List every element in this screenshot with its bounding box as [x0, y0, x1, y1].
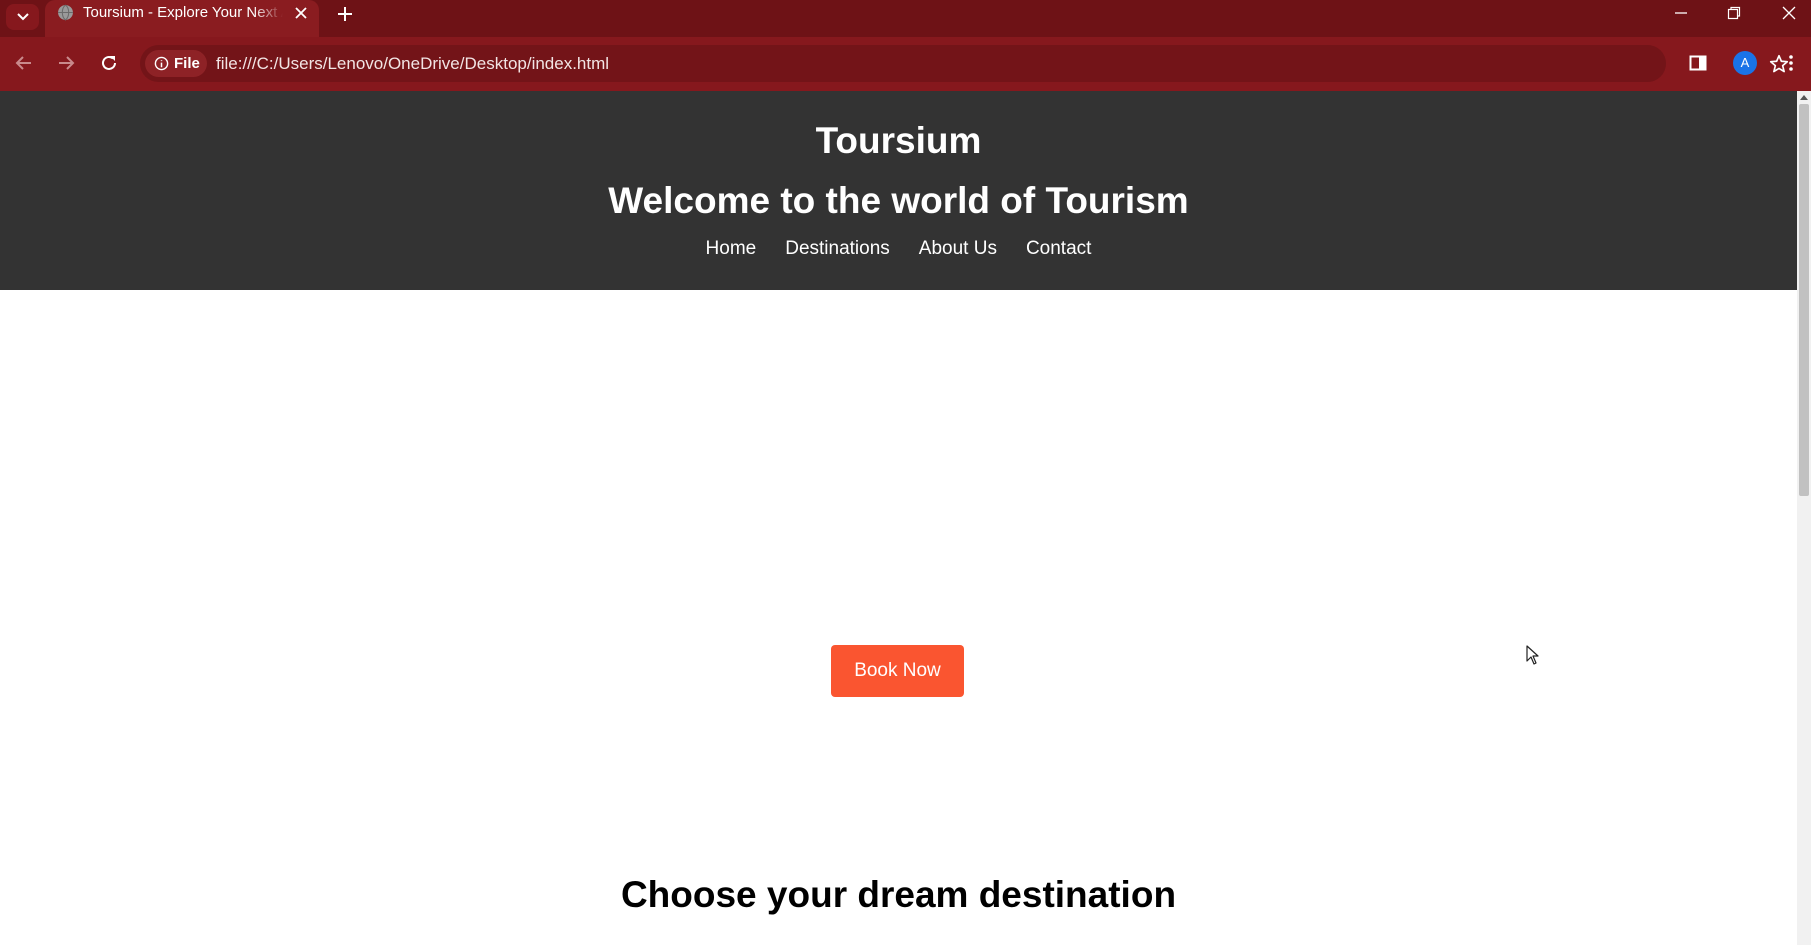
close-icon [1782, 6, 1796, 20]
restore-button[interactable] [1720, 2, 1748, 24]
scroll-up-arrow-icon[interactable] [1800, 95, 1808, 100]
address-bar[interactable]: File file:///C:/Users/Lenovo/OneDrive/De… [140, 45, 1789, 82]
site-name: Toursium [815, 120, 982, 161]
info-icon [154, 56, 169, 71]
browser-toolbar: File file:///C:/Users/Lenovo/OneDrive/De… [0, 37, 1811, 91]
tab-strip: Toursium - Explore Your Next Adventure [0, 0, 1811, 37]
back-icon [15, 56, 31, 70]
section-title: Choose your dream destination [620, 874, 1177, 915]
globe-icon [58, 4, 73, 21]
menu-icon [1789, 55, 1793, 71]
nav-link-home[interactable]: Home [706, 238, 757, 260]
mouse-cursor-icon [1526, 645, 1539, 665]
site-header: Toursium Welcome to the world of Tourism… [0, 91, 1797, 290]
reload-button[interactable] [96, 50, 122, 76]
plus-icon[interactable] [334, 3, 356, 25]
forward-icon [59, 56, 75, 70]
restore-icon [1727, 6, 1741, 20]
book-now-button[interactable]: Book Now [831, 645, 964, 697]
scroll-thumb[interactable] [1799, 104, 1809, 496]
minimize-button[interactable] [1667, 2, 1695, 24]
tab-search-button[interactable] [6, 4, 39, 30]
side-panel-button[interactable] [1685, 50, 1711, 76]
site-tagline: Welcome to the world of Tourism [608, 180, 1189, 221]
close-window-button[interactable] [1775, 2, 1803, 24]
site-info-label: File [174, 55, 200, 72]
main-nav: Home Destinations About Us Contact [0, 238, 1797, 260]
nav-link-contact[interactable]: Contact [1026, 238, 1091, 260]
active-tab[interactable]: Toursium - Explore Your Next Adventure [45, 0, 319, 37]
page-viewport: Toursium Welcome to the world of Tourism… [0, 91, 1797, 945]
profile-avatar[interactable]: A [1733, 51, 1757, 75]
nav-link-about-us[interactable]: About Us [919, 238, 997, 260]
page-scrollbar[interactable] [1797, 91, 1811, 945]
browser-menu-button[interactable] [1778, 50, 1804, 76]
site-info-chip[interactable]: File [145, 50, 207, 77]
url-text[interactable]: file:///C:/Users/Lenovo/OneDrive/Desktop… [216, 54, 609, 73]
sidebar-icon [1689, 55, 1707, 71]
close-icon[interactable] [292, 4, 310, 22]
back-button[interactable] [11, 50, 37, 76]
forward-button[interactable] [53, 50, 79, 76]
chevron-down-icon [16, 13, 29, 21]
tab-title: Toursium - Explore Your Next Adventure [83, 4, 283, 21]
minimize-icon [1675, 12, 1687, 14]
nav-link-destinations[interactable]: Destinations [785, 238, 890, 260]
reload-icon [102, 55, 116, 70]
